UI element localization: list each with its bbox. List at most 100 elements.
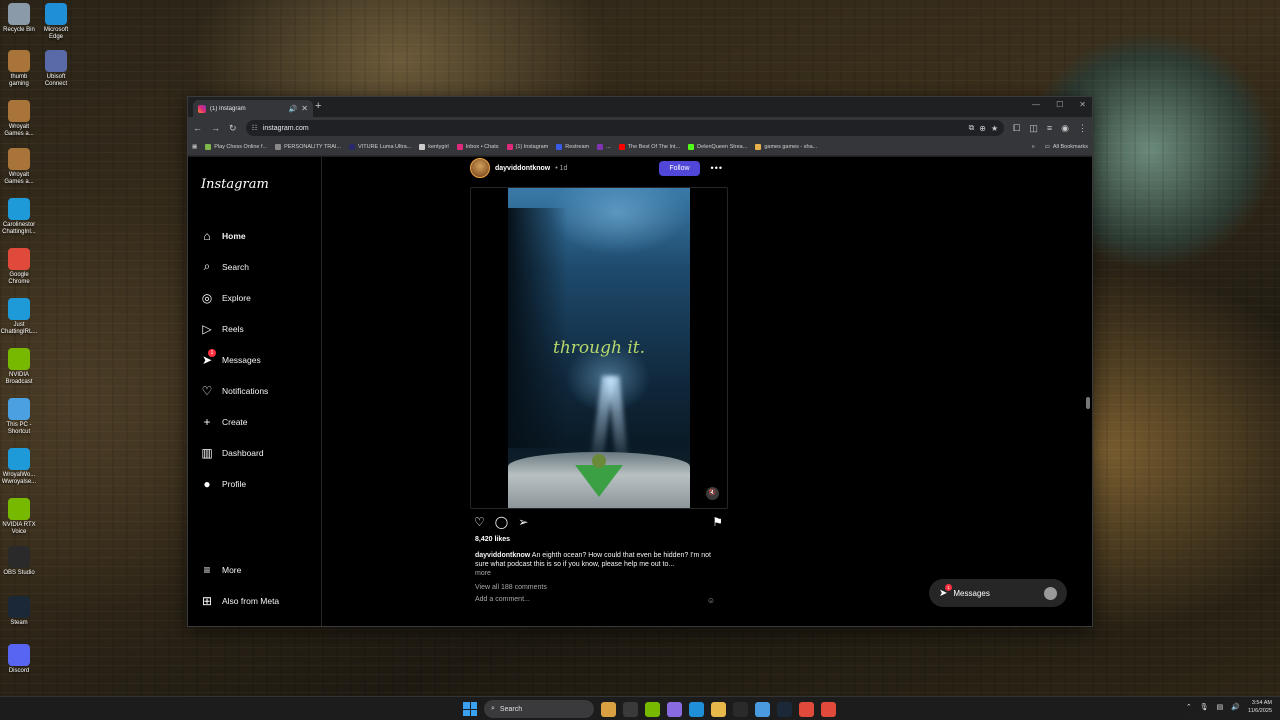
all-bookmarks-button[interactable]: ▭ All Bookmarks [1045, 144, 1088, 150]
nav-more[interactable]: ≡ More [200, 554, 279, 585]
install-app-icon[interactable]: ⧉ [969, 123, 975, 133]
taskbar-app-6[interactable] [733, 701, 748, 717]
windows-start-icon[interactable] [463, 702, 477, 716]
tab-audio-icon[interactable]: 🔊 [289, 105, 298, 113]
nav-also-from-meta[interactable]: ⊞ Also from Meta [200, 585, 279, 616]
nav-notifications[interactable]: ♡ Notifications [200, 375, 309, 406]
tab-instagram[interactable]: (1) Instagram 🔊 ✕ [193, 100, 313, 117]
page-scrollbar[interactable] [1086, 157, 1090, 626]
taskbar-app-0[interactable] [601, 701, 616, 717]
close-tab-icon[interactable]: ✕ [301, 104, 308, 113]
nav-reels[interactable]: ▷ Reels [200, 313, 309, 344]
save-bookmark-icon[interactable]: ⚑ [712, 515, 723, 529]
scroll-thumb[interactable] [1086, 397, 1090, 409]
browser-menu-icon[interactable]: ⋮ [1078, 123, 1087, 134]
emoji-icon[interactable]: ☺ [707, 596, 715, 605]
desktop-icon-wroyalt-games-a[interactable]: Wroyalt Games a... [0, 148, 38, 186]
bookmark-1-instagram[interactable]: (1) Instagram [506, 144, 548, 150]
taskbar-search[interactable]: ⌕ Search [484, 700, 594, 718]
zoom-icon[interactable]: ⊕ [979, 124, 986, 133]
bookmark-star-icon[interactable]: ★ [991, 124, 998, 133]
desktop-icon-recycle-bin[interactable]: Recycle Bin [0, 3, 38, 34]
desktop-icon-google-chrome[interactable]: Google Chrome [0, 248, 38, 286]
clock[interactable]: 3:54 AM 11/6/2025 [1248, 699, 1272, 715]
profile-icon[interactable]: ◉ [1061, 123, 1069, 134]
nav-profile[interactable]: ● Profile [200, 468, 309, 499]
bookmark-personality-trai[interactable]: PERSONALITY TRAI... [275, 144, 341, 150]
caption-username[interactable]: dayviddontknow [475, 552, 530, 559]
network-icon[interactable]: ▤ [1217, 703, 1224, 711]
bookmark-play-chess-online-f[interactable]: Play Chess Online f... [205, 144, 267, 150]
site-info-icon[interactable]: ☷ [252, 124, 258, 132]
post-username[interactable]: dayviddontknow [495, 165, 550, 172]
mute-icon[interactable]: 🔇 [706, 487, 719, 500]
taskbar-app-9[interactable] [799, 701, 814, 717]
desktop-icon-obs-studio[interactable]: OBS Studio [0, 546, 38, 577]
side-panel-icon[interactable]: ◫ [1029, 123, 1038, 134]
new-tab-button[interactable]: + [315, 100, 321, 112]
microphone-icon[interactable]: 🎙 [1200, 703, 1209, 711]
desktop-icon-this-pc-shortcut[interactable]: This PC - Shortcut [0, 398, 38, 436]
add-comment-input[interactable]: Add a comment... ☺ [475, 596, 715, 605]
follow-button[interactable]: Follow [659, 160, 700, 176]
media-controls-icon[interactable]: ≡ [1047, 123, 1052, 133]
desktop-icon-wroyalt-games-a[interactable]: Wroyalt Games a... [0, 100, 38, 138]
extensions-icon[interactable]: ⧠ [1013, 123, 1020, 134]
forward-icon[interactable]: → [211, 123, 220, 133]
maximize-icon[interactable]: ☐ [1056, 100, 1063, 109]
desktop-icon-ubisoft-connect[interactable]: Ubisoft Connect [37, 50, 75, 88]
nav-home[interactable]: ⌂ Home [200, 220, 309, 251]
instagram-logo[interactable]: Instagram [201, 177, 309, 195]
nav-explore[interactable]: ◎ Explore [200, 282, 309, 313]
taskbar-app-2[interactable] [645, 701, 660, 717]
volume-icon[interactable]: 🔊 [1231, 703, 1240, 711]
likes-count[interactable]: 8,420 likes [475, 536, 728, 543]
desktop-icon-thumb-gaming[interactable]: thumb gaming [0, 50, 38, 88]
taskbar-app-8[interactable] [777, 701, 792, 717]
taskbar-app-5[interactable] [711, 701, 726, 717]
post-media[interactable]: through it. 🔇 [470, 187, 728, 509]
desktop-icon-wroyalwo-wwroyalse[interactable]: WroyalWo... Wwroyalse... [0, 448, 38, 486]
desktop-icon-nvidia-rtx-voice[interactable]: NVIDIA RTX Voice [0, 498, 38, 536]
view-comments-link[interactable]: View all 188 comments [475, 584, 728, 591]
reload-icon[interactable]: ↻ [229, 123, 237, 134]
bookmark-games-games-sha[interactable]: games games - sha... [755, 144, 817, 150]
desktop-icon-carolinestor-chattinginl[interactable]: Carolinestor ChattingInl... [0, 198, 38, 236]
nav-dashboard[interactable]: ▥ Dashboard [200, 437, 309, 468]
taskbar-app-3[interactable] [667, 701, 682, 717]
address-bar[interactable]: ☷ instagram.com ⧉ ⊕ ★ [245, 120, 1005, 136]
bookmark-item[interactable]: ... [597, 144, 611, 150]
bookmark-delenqueen-strea[interactable]: DelenQueen Strea... [688, 144, 747, 150]
nav-messages[interactable]: ➤ Messages 1 [200, 344, 309, 375]
back-icon[interactable]: ← [193, 123, 202, 133]
bookmark-inbox-chats[interactable]: Inbox • Chats [456, 144, 499, 150]
tray-chevron-icon[interactable]: ⌃ [1186, 703, 1192, 711]
bookmark-kentygirl[interactable]: kentygirl [419, 144, 449, 150]
desktop-icon-microsoft-edge[interactable]: Microsoft Edge [37, 3, 75, 41]
bookmark-viture-luma-ultra[interactable]: VITURE Luma Ultra... [349, 144, 411, 150]
minimize-icon[interactable]: — [1032, 100, 1040, 109]
post-video[interactable]: through it. [508, 188, 690, 508]
desktop-icon-steam[interactable]: Steam [0, 596, 38, 627]
bookmarks-apps-icon[interactable]: ▦ [192, 144, 197, 150]
more-options-icon[interactable]: ••• [711, 163, 723, 173]
messages-floating-button[interactable]: ➤ 1 Messages [929, 579, 1067, 607]
desktop-icon-just-chattingirl[interactable]: Just ChattingIRL... [0, 298, 38, 336]
close-window-icon[interactable]: ✕ [1079, 100, 1086, 109]
like-heart-icon[interactable]: ♡ [474, 515, 485, 529]
desktop-icon-discord[interactable]: Discord [0, 644, 38, 675]
share-icon[interactable]: ➢ [518, 515, 528, 529]
post-avatar[interactable] [470, 158, 490, 178]
taskbar-app-4[interactable] [689, 701, 704, 717]
taskbar-app-10[interactable] [821, 701, 836, 717]
caption-more-link[interactable]: more [475, 569, 725, 578]
desktop-icon-nvidia-broadcast[interactable]: NVIDIA Broadcast [0, 348, 38, 386]
comment-icon[interactable]: ◯ [495, 515, 508, 529]
taskbar-app-1[interactable] [623, 701, 638, 717]
nav-create[interactable]: + Create [200, 406, 309, 437]
bookmarks-overflow-icon[interactable]: » [1032, 144, 1035, 150]
bookmark-restream[interactable]: Restream [556, 144, 589, 150]
nav-search[interactable]: ⌕ Search [200, 251, 309, 282]
taskbar-app-7[interactable] [755, 701, 770, 717]
bookmark-the-best-of-the-int[interactable]: The Best Of The Int... [618, 144, 680, 150]
